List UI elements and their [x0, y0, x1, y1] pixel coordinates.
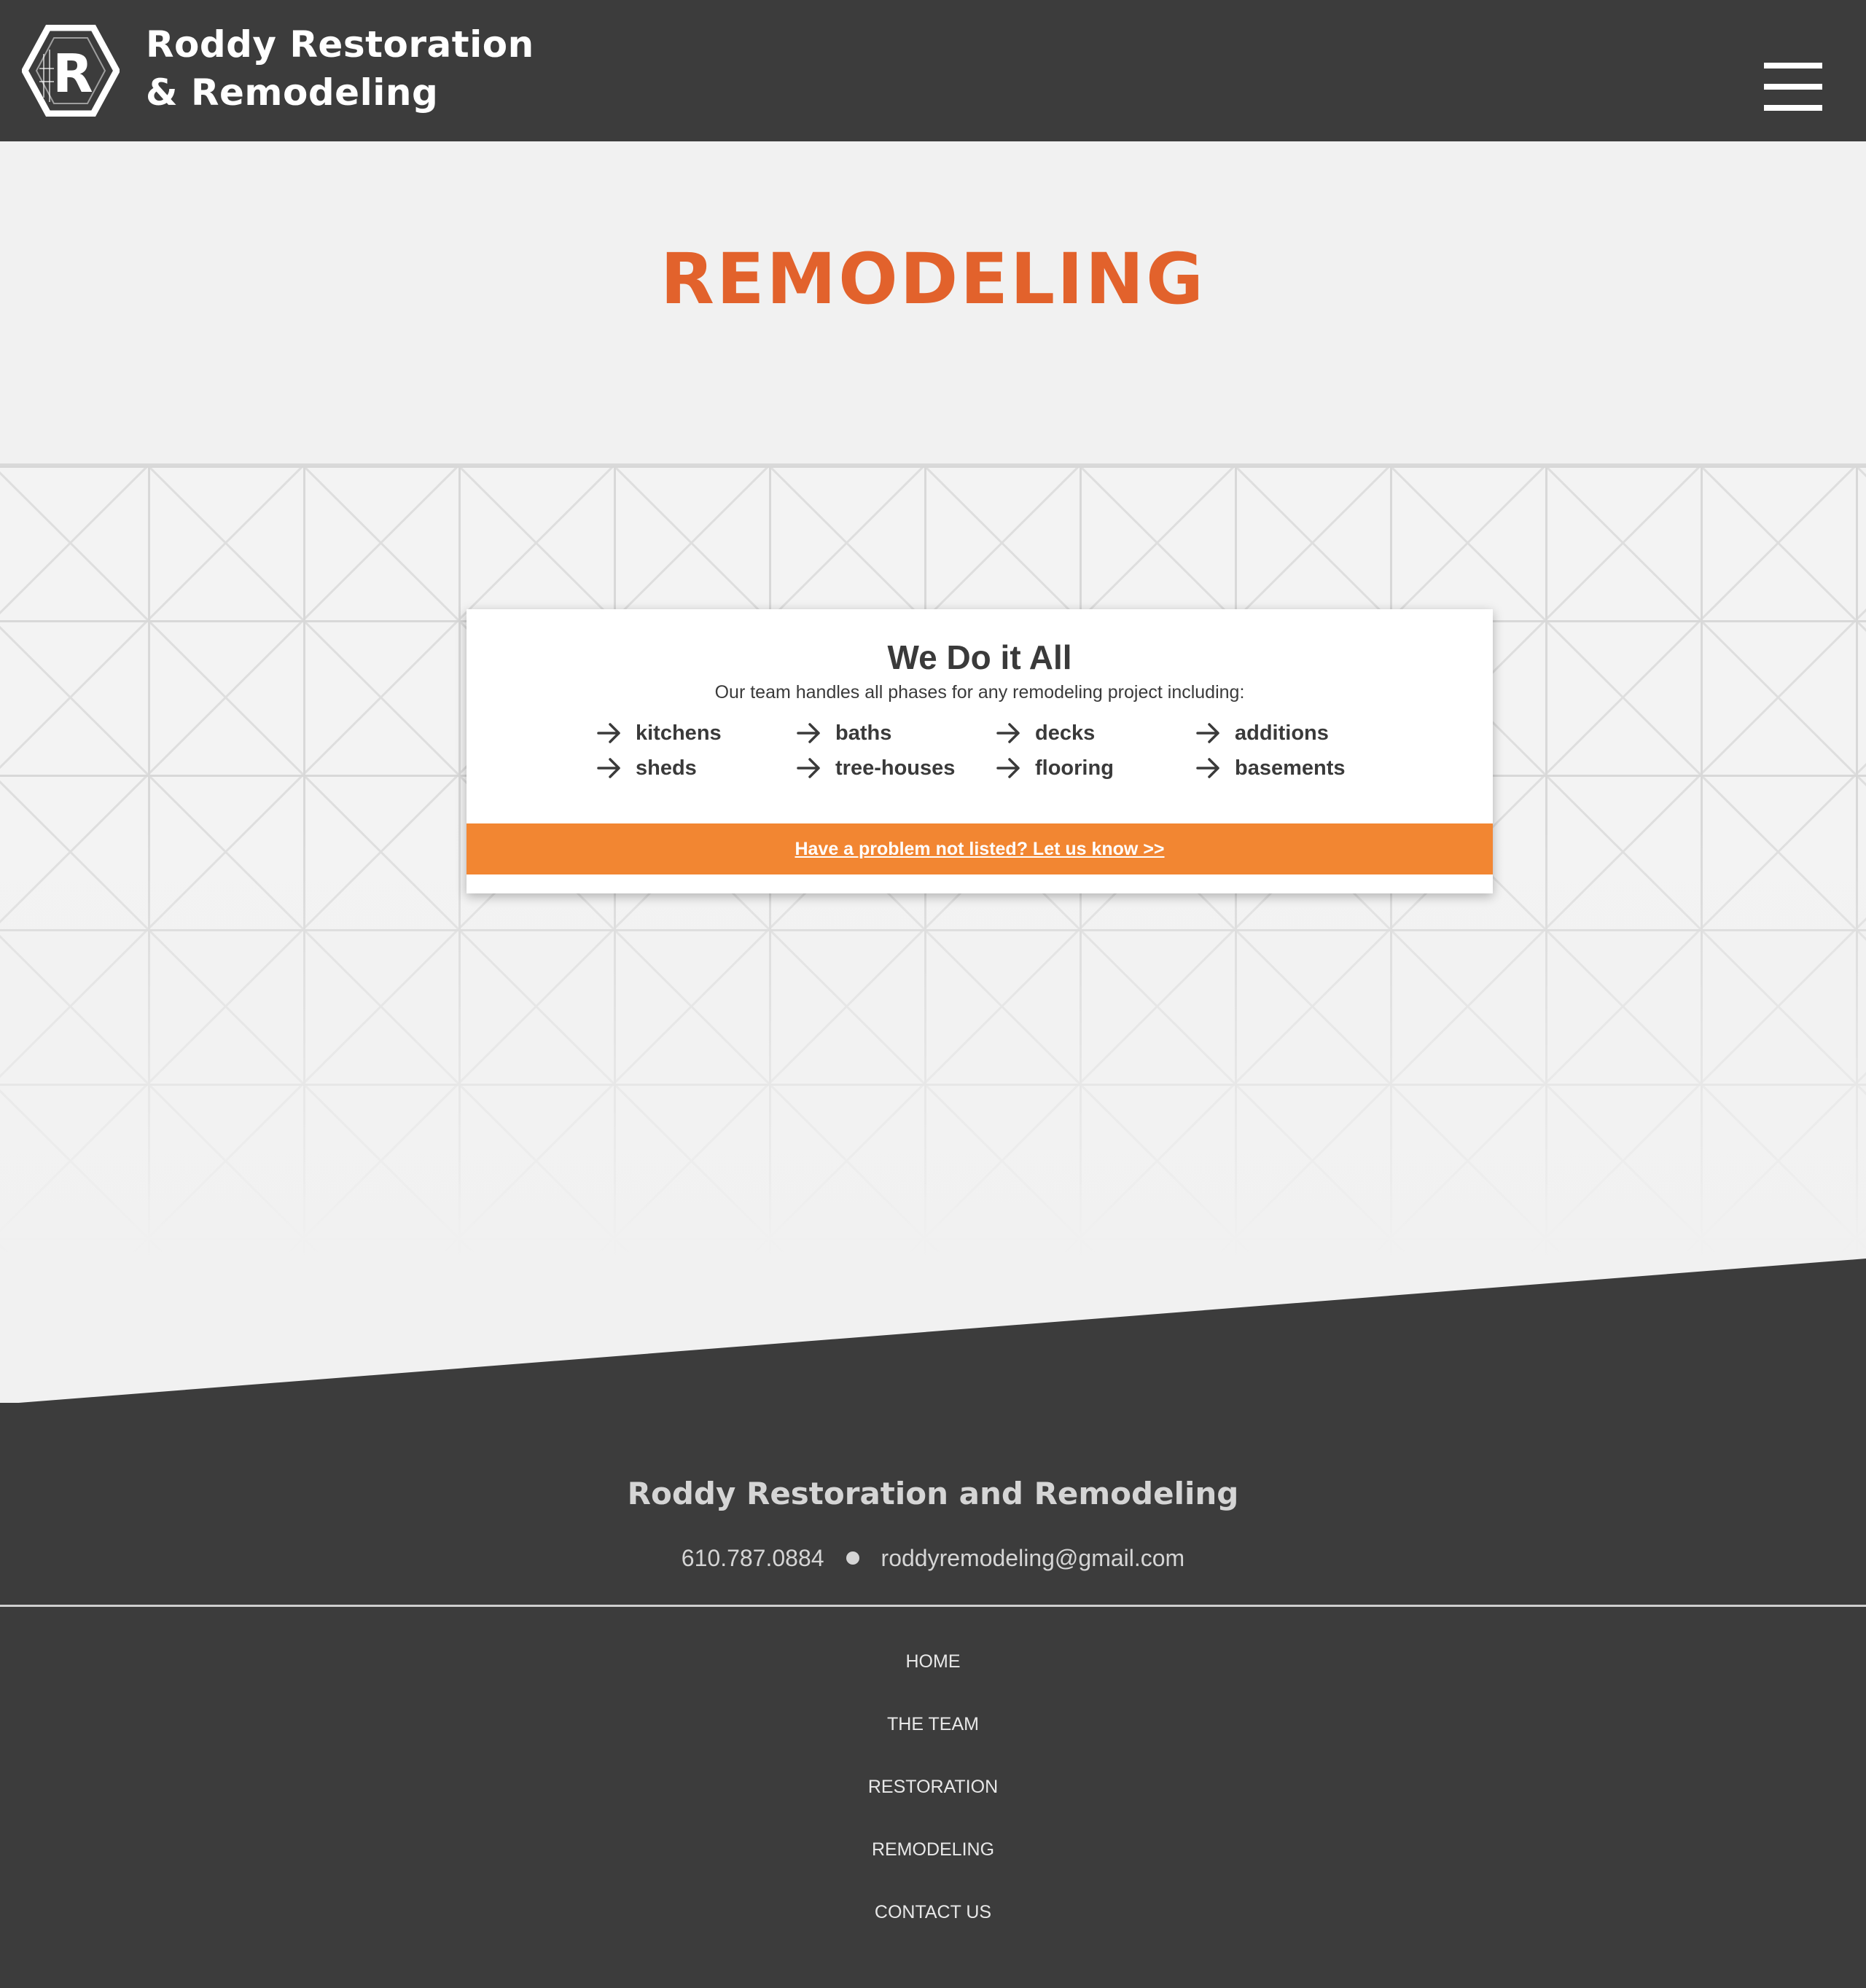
site-header: R Roddy Restoration & Remodeling	[0, 0, 1866, 141]
service-item: baths	[796, 720, 996, 746]
phone-link[interactable]: 610.787.0884	[682, 1545, 824, 1571]
service-item: sheds	[596, 755, 796, 781]
service-label: sheds	[636, 756, 697, 780]
service-label: baths	[835, 721, 892, 745]
brand-line-2: & Remodeling	[146, 71, 439, 114]
services-list: kitchens baths decks additions sheds tre…	[596, 720, 1413, 781]
site-footer: Roddy Restoration and Remodeling 610.787…	[0, 1403, 1866, 1988]
separator-dot	[846, 1551, 859, 1565]
card-title: We Do it All	[887, 638, 1072, 676]
contact-us-link[interactable]: Have a problem not listed? Let us know >…	[795, 839, 1164, 860]
service-label: decks	[1035, 721, 1096, 745]
email-link[interactable]: roddyremodeling@gmail.com	[881, 1545, 1185, 1571]
footer-company-name: Roddy Restoration and Remodeling	[627, 1476, 1239, 1511]
service-item: flooring	[996, 755, 1195, 781]
brand-name[interactable]: Roddy Restoration & Remodeling	[146, 20, 534, 117]
service-label: kitchens	[636, 721, 722, 745]
service-item: basements	[1195, 755, 1395, 781]
page-hero: REMODELING	[0, 141, 1866, 466]
arrow-right-icon	[797, 723, 820, 743]
footer-nav-remodeling[interactable]: REMODELING	[0, 1839, 1866, 1860]
card-subtitle: Our team handles all phases for any remo…	[714, 682, 1245, 703]
hamburger-menu-icon[interactable]	[1764, 63, 1822, 111]
footer-nav-contact-us[interactable]: CONTACT US	[0, 1901, 1866, 1923]
service-label: basements	[1235, 756, 1346, 780]
footer-slant	[0, 1259, 1866, 1406]
brand-line-1: Roddy Restoration	[146, 23, 534, 66]
arrow-right-icon	[996, 758, 1020, 778]
arrow-right-icon	[996, 723, 1020, 743]
arrow-right-icon	[1196, 723, 1219, 743]
service-label: tree-houses	[835, 756, 956, 780]
arrow-right-icon	[597, 758, 620, 778]
footer-nav-home[interactable]: HOME	[0, 1651, 1866, 1672]
page-title: REMODELING	[660, 238, 1206, 320]
service-item: tree-houses	[796, 755, 996, 781]
svg-text:R: R	[52, 43, 93, 104]
service-label: additions	[1235, 721, 1329, 745]
footer-nav-restoration[interactable]: RESTORATION	[0, 1776, 1866, 1798]
service-item: decks	[996, 720, 1195, 746]
hexagon-r-logo[interactable]: R	[22, 25, 120, 117]
arrow-right-icon	[797, 758, 820, 778]
service-item: kitchens	[596, 720, 796, 746]
footer-contact: 610.787.0884 roddyremodeling@gmail.com	[0, 1543, 1866, 1573]
service-label: flooring	[1035, 756, 1114, 780]
service-item: additions	[1195, 720, 1395, 746]
footer-divider	[0, 1605, 1866, 1607]
footer-nav-the-team[interactable]: THE TEAM	[0, 1713, 1866, 1735]
cta-banner: Have a problem not listed? Let us know >…	[466, 823, 1493, 874]
arrow-right-icon	[597, 723, 620, 743]
services-card: We Do it All Our team handles all phases…	[466, 609, 1493, 893]
footer-nav: HOME THE TEAM RESTORATION REMODELING CON…	[0, 1651, 1866, 1964]
arrow-right-icon	[1196, 758, 1219, 778]
